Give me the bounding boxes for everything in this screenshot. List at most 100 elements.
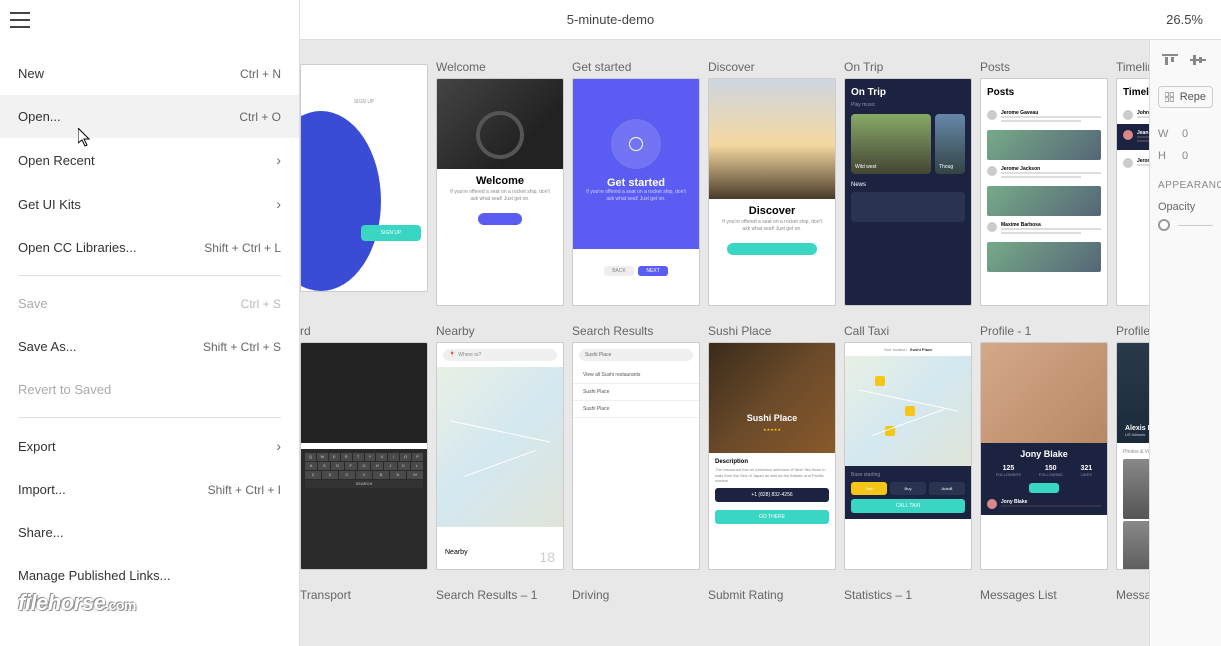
artboard[interactable]: Nearby 📍Where to?Nearby18 (436, 324, 564, 570)
menu-item-label: Share... (18, 525, 64, 540)
slider-track (1178, 225, 1213, 226)
align-top-icon[interactable] (1162, 52, 1178, 68)
menu-item-open-recent[interactable]: Open Recent› (0, 138, 299, 182)
artboard[interactable]: rd QWERTYUIOPASDFGHJKLZXCVBNMSEARCH (300, 324, 428, 570)
height-value[interactable]: 0 (1182, 150, 1188, 162)
document-title: 5-minute-demo (567, 12, 654, 27)
artboard-label: Call Taxi (844, 324, 972, 338)
watermark: filehorse.com (18, 590, 136, 616)
menu-item-new[interactable]: New Ctrl + N (0, 52, 299, 95)
menu-shortcut: Ctrl + O (239, 110, 281, 124)
artboard[interactable]: Search Results Sushi PlaceView all Sushi … (572, 324, 700, 570)
artboard-label: Statistics – 1 (844, 588, 972, 602)
artboard[interactable]: Call Taxi Your location Sushi PlaceBase s… (844, 324, 972, 570)
artboard-thumbnail[interactable]: Jony Blake125FOLLOWERS150FOLLOWING321LIK… (980, 342, 1108, 570)
artboard[interactable]: Statistics – 1 (844, 588, 972, 606)
menu-shortcut: Ctrl + N (240, 67, 281, 81)
artboard-thumbnail[interactable]: PostsJerome GaveauJerome JacksonMaxime B… (980, 78, 1108, 306)
artboard-thumbnail[interactable]: On TripPlay musicWild westThougNews (844, 78, 972, 306)
artboard[interactable]: Profile - 1Jony Blake125FOLLOWERS150FOLL… (980, 324, 1108, 570)
chevron-right-icon: › (276, 438, 281, 454)
height-label: H (1158, 150, 1172, 162)
artboard[interactable]: Transport (300, 588, 428, 606)
opacity-label: Opacity (1158, 201, 1213, 213)
artboard-label: Messages (1116, 588, 1149, 602)
artboard[interactable]: Messages (1116, 588, 1149, 606)
artboard-thumbnail[interactable]: Sushi Place★★★★★DescriptionThe restauran… (708, 342, 836, 570)
artboard[interactable]: Messages List (980, 588, 1108, 606)
artboard-thumbnail[interactable]: TimelineJohn BrownJean ConteJerome Gavea… (1116, 78, 1149, 306)
properties-panel: Repe W 0 H 0 APPEARANCE Opacity (1149, 40, 1221, 646)
artboard-thumbnail[interactable]: Sushi PlaceView all Sushi restaurantsSus… (572, 342, 700, 570)
artboard[interactable]: Sushi Place Sushi Place★★★★★DescriptionTh… (708, 324, 836, 570)
menu-item-import[interactable]: Import... Shift + Ctrl + I (0, 468, 299, 511)
artboard[interactable]: Timeline TimelineJohn BrownJean ConteJero… (1116, 60, 1149, 306)
artboard[interactable]: Profile - 2 Alexis MoralesUS followerPhot… (1116, 324, 1149, 570)
align-middle-icon[interactable] (1190, 52, 1206, 68)
repeat-grid-label: Repe (1180, 91, 1206, 103)
appearance-section-label: APPEARANCE (1158, 180, 1213, 191)
artboard-thumbnail[interactable]: Alexis MoralesUS followerPhotos & Videos (1116, 342, 1149, 570)
artboard-label: Nearby (436, 324, 564, 338)
artboard[interactable]: Get startedGet startedIf you're offered … (572, 60, 700, 306)
slider-thumb-icon[interactable] (1158, 219, 1170, 231)
width-label: W (1158, 128, 1172, 140)
artboard[interactable]: SIGN UPSIGN UP (300, 60, 428, 306)
artboard-label: Discover (708, 60, 836, 74)
artboard-label: Driving (572, 588, 700, 602)
menu-item-label: Save (18, 296, 48, 311)
artboard-label: Submit Rating (708, 588, 836, 602)
menu-item-label: Save As... (18, 339, 77, 354)
menu-shortcut: Ctrl + S (241, 297, 281, 311)
artboard-label: rd (300, 324, 428, 338)
artboard[interactable]: On Trip On TripPlay musicWild westThougNe… (844, 60, 972, 306)
chevron-right-icon: › (276, 152, 281, 168)
menu-item-label: Manage Published Links... (18, 568, 170, 583)
artboard-thumbnail[interactable]: 📍Where to?Nearby18 (436, 342, 564, 570)
menu-item-label: Open CC Libraries... (18, 240, 137, 255)
menu-divider (18, 275, 281, 276)
menu-item-export[interactable]: Export › (0, 424, 299, 468)
menu-shortcut: Shift + Ctrl + L (204, 241, 281, 255)
artboard-label: Sushi Place (708, 324, 836, 338)
opacity-slider[interactable] (1158, 219, 1213, 231)
menu-item-label: Get UI Kits (18, 197, 81, 212)
artboard-thumbnail[interactable]: Your location Sushi PlaceBase startingTa… (844, 342, 972, 570)
artboard[interactable]: Submit Rating (708, 588, 836, 606)
artboard-label: Timeline (1116, 60, 1149, 74)
artboard-thumbnail[interactable]: SIGN UPSIGN UP (300, 64, 428, 292)
repeat-grid-button[interactable]: Repe (1158, 86, 1213, 108)
artboard[interactable]: PostsPostsJerome GaveauJerome JacksonMax… (980, 60, 1108, 306)
artboard-thumbnail[interactable]: QWERTYUIOPASDFGHJKLZXCVBNMSEARCH (300, 342, 428, 570)
artboard-label: Search Results (572, 324, 700, 338)
artboard-thumbnail[interactable]: Get startedIf you're offered a seat on a… (572, 78, 700, 306)
artboard[interactable]: Search Results – 1 (436, 588, 564, 606)
artboard-thumbnail[interactable]: WelcomeIf you're offered a seat on a roc… (436, 78, 564, 306)
artboard-label: Transport (300, 588, 428, 602)
hamburger-icon (10, 12, 30, 28)
hamburger-menu-button-open[interactable] (0, 0, 40, 40)
artboard-label: Search Results – 1 (436, 588, 564, 602)
artboard-label: On Trip (844, 60, 972, 74)
menu-item-label: Import... (18, 482, 66, 497)
menu-item-label: New (18, 66, 44, 81)
menu-item-open-cc-libraries[interactable]: Open CC Libraries... Shift + Ctrl + L (0, 226, 299, 269)
zoom-level[interactable]: 26.5% (1166, 12, 1221, 27)
grid-icon (1165, 91, 1174, 103)
menu-item-get-ui-kits[interactable]: Get UI Kits › (0, 182, 299, 226)
artboard-thumbnail[interactable]: DiscoverIf you're offered a seat on a ro… (708, 78, 836, 306)
artboard[interactable]: WelcomeWelcomeIf you're offered a seat o… (436, 60, 564, 306)
artboard[interactable]: Discover DiscoverIf you're offered a seat… (708, 60, 836, 306)
width-value[interactable]: 0 (1182, 128, 1188, 140)
artboard[interactable]: Driving (572, 588, 700, 606)
artboard-label: Profile - 2 (1116, 324, 1149, 338)
menu-item-save-as[interactable]: Save As... Shift + Ctrl + S (0, 325, 299, 368)
menu-item-open[interactable]: Open... Ctrl + O (0, 95, 299, 138)
chevron-right-icon: › (276, 196, 281, 212)
menu-shortcut: Shift + Ctrl + S (203, 340, 281, 354)
menu-shortcut: Shift + Ctrl + I (208, 483, 281, 497)
menu-item-label: Export (18, 439, 56, 454)
menu-item-share[interactable]: Share... (0, 511, 299, 554)
menu-item-label: Open... (18, 109, 61, 124)
artboard-label: Messages List (980, 588, 1108, 602)
